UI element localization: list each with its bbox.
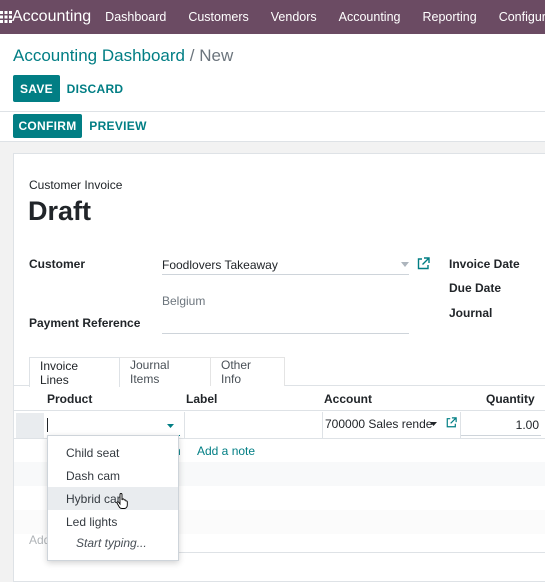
label-input[interactable] [185,415,318,436]
breadcrumb-parent[interactable]: Accounting Dashboard [13,46,185,65]
nav-item-dashboard[interactable]: Dashboard [105,10,166,24]
dropdown-start-typing-hint: Start typing... [76,536,147,550]
customer-caret-icon[interactable] [401,262,409,267]
due-date-label: Due Date [449,281,502,295]
nav-item-vendors[interactable]: Vendors [271,10,317,24]
invoice-status-title: Draft [28,196,92,226]
app-brand[interactable]: Accounting [12,8,91,26]
payment-reference-label: Payment Reference [29,316,141,330]
nav-item-accounting[interactable]: Accounting [339,10,401,24]
tab-invoice-lines[interactable]: Invoice Lines [29,357,120,387]
account-caret-icon[interactable] [430,422,437,426]
invoice-date-label: Invoice Date [449,257,520,271]
invoice-type-label: Customer Invoice [29,178,123,192]
journal-label: Journal [449,306,493,320]
external-link-icon[interactable] [417,257,430,270]
account-value[interactable]: 700000 Sales render [325,417,433,431]
nav-item-customers[interactable]: Customers [188,10,248,24]
customer-value: Foodlovers Takeaway [162,258,278,272]
cell-divider [322,412,323,439]
dropdown-option-dash-cam[interactable]: Dash cam [48,464,178,487]
payment-reference-underline [162,333,409,334]
quantity-input[interactable]: 1.00 [461,415,541,436]
top-navbar: Accounting Dashboard Customers Vendors A… [0,0,545,34]
product-caret-icon[interactable] [167,424,174,428]
customer-field-underline [162,274,409,275]
column-header-quantity[interactable]: Quantity [486,392,535,406]
apps-menu-icon[interactable] [0,0,12,34]
add-note-link[interactable]: Add a note [197,444,255,458]
product-autocomplete-dropdown: Child seat Dash cam Hybrid car Led light… [47,435,179,561]
breadcrumb-separator: / [189,46,195,65]
breadcrumb-current: New [199,46,234,65]
customer-field[interactable]: Foodlovers Takeaway [162,258,408,274]
dropdown-option-hybrid-car[interactable]: Hybrid car [48,487,178,510]
dropdown-option-led-lights[interactable]: Led lights [48,510,178,533]
column-header-label[interactable]: Label [186,392,217,406]
table-header-divider [14,410,545,411]
confirm-button[interactable]: CONFIRM [13,114,82,138]
dropdown-option-child-seat[interactable]: Child seat [48,441,178,464]
breadcrumb: Accounting Dashboard / New [13,46,233,66]
column-header-account[interactable]: Account [324,392,372,406]
account-external-link-icon[interactable] [446,417,457,428]
tab-other-info[interactable]: Other Info [211,357,285,386]
preview-button[interactable]: PREVIEW [88,114,148,138]
row-handle[interactable] [16,413,44,438]
tab-journal-items[interactable]: Journal Items [120,357,211,386]
discard-button[interactable]: DISCARD [66,75,124,102]
product-input[interactable] [47,415,180,436]
statusbar: CONFIRM PREVIEW [0,112,545,142]
save-button[interactable]: SAVE [13,75,60,102]
customer-label: Customer [29,257,86,271]
customer-address: Belgium [162,294,206,308]
table-bottom-divider [174,552,545,553]
text-cursor [47,418,48,432]
hand-pointer-icon [116,493,128,509]
payment-reference-input[interactable] [162,318,409,334]
column-header-product[interactable]: Product [47,392,92,406]
nav-item-configuration[interactable]: Configura [499,10,545,24]
control-panel: Accounting Dashboard / New SAVE DISCARD [0,34,545,112]
nav-item-reporting[interactable]: Reporting [423,10,477,24]
